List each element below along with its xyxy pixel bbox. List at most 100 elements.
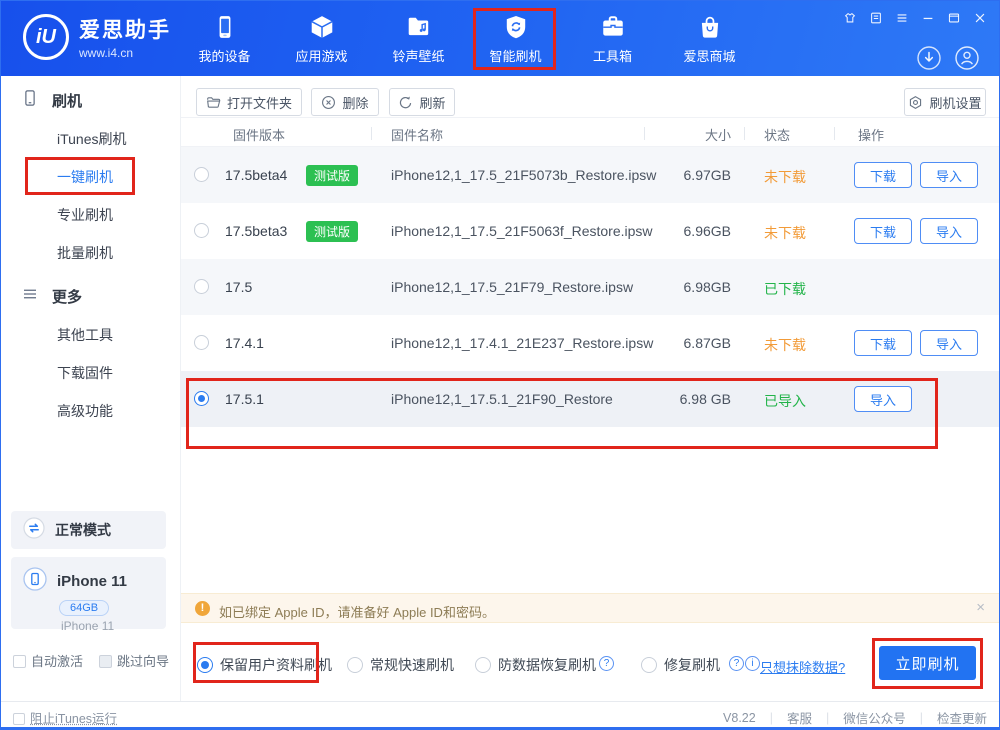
import-button[interactable]: 导入 xyxy=(920,162,978,188)
row-radio-button[interactable] xyxy=(194,279,209,294)
firmware-row[interactable]: 17.5 iPhone12,1_17.5_21F79_Restore.ipsw … xyxy=(181,259,1000,315)
footer-link[interactable]: 检查更新 xyxy=(937,708,987,727)
delete-button[interactable]: 删除 xyxy=(311,88,379,116)
sidebar-section-more[interactable]: 更多 xyxy=(1,276,180,316)
row-radio-button[interactable] xyxy=(194,391,209,406)
help-icon[interactable]: ? xyxy=(599,656,614,671)
sidebar-item-other-tools[interactable]: 其他工具 xyxy=(1,316,180,354)
app-window: iU 爱思助手 www.i4.cn 我的设备 应用游戏 铃声壁纸 智能刷机 工具… xyxy=(0,0,1000,730)
nav-item-smart-flash[interactable]: 智能刷机 xyxy=(467,1,564,76)
device-phone-icon xyxy=(23,567,47,596)
radio-button[interactable] xyxy=(475,657,491,673)
nav-item-apps-games[interactable]: 应用游戏 xyxy=(273,1,370,76)
sidebar-item-itunes-flash[interactable]: iTunes刷机 xyxy=(1,120,180,158)
nav-item-i4-store[interactable]: 爱思商城 xyxy=(661,1,758,76)
sidebar-section-flash[interactable]: 刷机 xyxy=(1,80,180,120)
nav-item-ringtones-wallpapers[interactable]: 铃声壁纸 xyxy=(370,1,467,76)
notice-close-icon[interactable]: × xyxy=(976,599,985,616)
firmware-size: 6.96GB xyxy=(651,223,731,239)
skip-setup-label: 跳过向导 xyxy=(117,654,169,669)
firmware-name: iPhone12,1_17.4.1_21E237_Restore.ipsw xyxy=(391,335,653,351)
refresh-button[interactable]: 刷新 xyxy=(389,88,455,116)
flash-option-repair-flash[interactable]: 修复刷机 xyxy=(641,655,720,675)
nav-item-my-devices[interactable]: 我的设备 xyxy=(176,1,273,76)
maximize-icon[interactable] xyxy=(947,11,961,25)
feedback-icon[interactable] xyxy=(869,11,883,25)
refresh-label: 刷新 xyxy=(419,93,445,112)
nav-item-toolbox[interactable]: 工具箱 xyxy=(564,1,661,76)
block-itunes-checkbox[interactable]: 阻止iTunes运行 xyxy=(13,708,117,727)
sidebar-item-download-firmware[interactable]: 下载固件 xyxy=(1,354,180,392)
footer-separator: | xyxy=(920,711,923,725)
sidebar-item-one-click-flash[interactable]: 一键刷机 xyxy=(1,158,180,196)
nav-item-label: 应用游戏 xyxy=(295,46,347,65)
checkbox-icon[interactable] xyxy=(13,713,25,725)
user-account-icon[interactable] xyxy=(954,45,980,71)
import-button[interactable]: 导入 xyxy=(920,218,978,244)
radio-button[interactable] xyxy=(347,657,363,673)
menu-icon[interactable] xyxy=(895,11,909,25)
flash-option-keep-user-data-flash[interactable]: 保留用户资料刷机 xyxy=(197,655,332,675)
row-radio-button[interactable] xyxy=(194,167,209,182)
row-radio-button[interactable] xyxy=(194,223,209,238)
footer-link[interactable]: 客服 xyxy=(787,708,812,727)
app-version: V8.22 xyxy=(723,711,756,725)
notice-bar: ! 如已绑定 Apple ID，请准备好 Apple ID和密码。 × xyxy=(181,593,1000,623)
minimize-icon[interactable] xyxy=(921,11,935,25)
flash-option-label: 修复刷机 xyxy=(664,655,720,675)
checkbox-icon[interactable] xyxy=(99,655,112,668)
app-url: www.i4.cn xyxy=(79,46,171,60)
checkbox-icon[interactable] xyxy=(13,655,26,668)
sidebar-item-advanced-features[interactable]: 高级功能 xyxy=(1,392,180,430)
firmware-version: 17.5.1 xyxy=(225,391,264,407)
info-icon[interactable]: i xyxy=(745,656,760,671)
row-radio-button[interactable] xyxy=(194,335,209,350)
sidebar-section-label: 刷机 xyxy=(52,90,82,111)
radio-button[interactable] xyxy=(197,657,213,673)
download-button[interactable]: 下载 xyxy=(854,218,912,244)
footer-link[interactable]: 微信公众号 xyxy=(843,708,906,727)
nav-item-label: 我的设备 xyxy=(198,46,250,65)
header: iU 爱思助手 www.i4.cn 我的设备 应用游戏 铃声壁纸 智能刷机 工具… xyxy=(1,1,999,76)
flash-option-label: 常规快速刷机 xyxy=(370,655,454,675)
open-folder-button[interactable]: 打开文件夹 xyxy=(196,88,302,116)
flash-settings-button[interactable]: 刷机设置 xyxy=(904,88,986,116)
firmware-row[interactable]: 17.5beta4 测试版 iPhone12,1_17.5_21F5073b_R… xyxy=(181,147,1000,203)
radio-button[interactable] xyxy=(641,657,657,673)
sidebar-item-label: 高级功能 xyxy=(57,401,113,421)
ringtone-icon xyxy=(406,13,432,41)
auto-activate-checkbox[interactable]: 自动激活 xyxy=(13,651,83,670)
device-icon xyxy=(212,13,238,41)
flash-option-normal-quick-flash[interactable]: 常规快速刷机 xyxy=(347,655,454,675)
erase-data-link[interactable]: 只想抹除数据? xyxy=(760,657,845,676)
skin-icon[interactable] xyxy=(843,11,857,25)
firmware-size: 6.98 GB xyxy=(651,391,731,407)
flash-options-bar: 保留用户资料刷机 常规快速刷机 防数据恢复刷机 修复刷机 ? ? i 只想抹除数… xyxy=(181,631,1000,686)
sidebar-item-batch-flash[interactable]: 批量刷机 xyxy=(1,234,180,272)
firmware-row[interactable]: 17.5.1 iPhone12,1_17.5.1_21F90_Restore 6… xyxy=(181,371,1000,427)
col-firmware-name: 固件名称 xyxy=(391,125,443,144)
import-button[interactable]: 导入 xyxy=(854,386,912,412)
sidebar: 刷机 iTunes刷机 一键刷机 专业刷机 批量刷机 更多 其他工具 下载固件 … xyxy=(1,76,181,701)
firmware-row[interactable]: 17.5beta3 测试版 iPhone12,1_17.5_21F5063f_R… xyxy=(181,203,1000,259)
import-button[interactable]: 导入 xyxy=(920,330,978,356)
column-divider xyxy=(744,127,745,140)
download-button[interactable]: 下载 xyxy=(854,330,912,356)
firmware-size: 6.97GB xyxy=(651,167,731,183)
close-icon[interactable] xyxy=(973,11,987,25)
download-manager-icon[interactable] xyxy=(916,45,942,71)
sidebar-item-pro-flash[interactable]: 专业刷机 xyxy=(1,196,180,234)
help-icon[interactable]: ? xyxy=(729,656,744,671)
firmware-name: iPhone12,1_17.5_21F5063f_Restore.ipsw xyxy=(391,223,653,239)
footer-separator: | xyxy=(770,711,773,725)
device-mode-panel[interactable]: 正常模式 xyxy=(11,511,166,549)
firmware-size: 6.87GB xyxy=(651,335,731,351)
skip-setup-checkbox[interactable]: 跳过向导 xyxy=(99,651,169,670)
download-button[interactable]: 下载 xyxy=(854,162,912,188)
nav-item-label: 爱思商城 xyxy=(683,46,735,65)
flash-now-button[interactable]: 立即刷机 xyxy=(879,646,976,680)
flash-option-anti-data-recovery-flash[interactable]: 防数据恢复刷机 xyxy=(475,655,596,675)
flash-option-label: 保留用户资料刷机 xyxy=(220,655,332,675)
sidebar-item-label: 专业刷机 xyxy=(57,205,113,225)
firmware-row[interactable]: 17.4.1 iPhone12,1_17.4.1_21E237_Restore.… xyxy=(181,315,1000,371)
